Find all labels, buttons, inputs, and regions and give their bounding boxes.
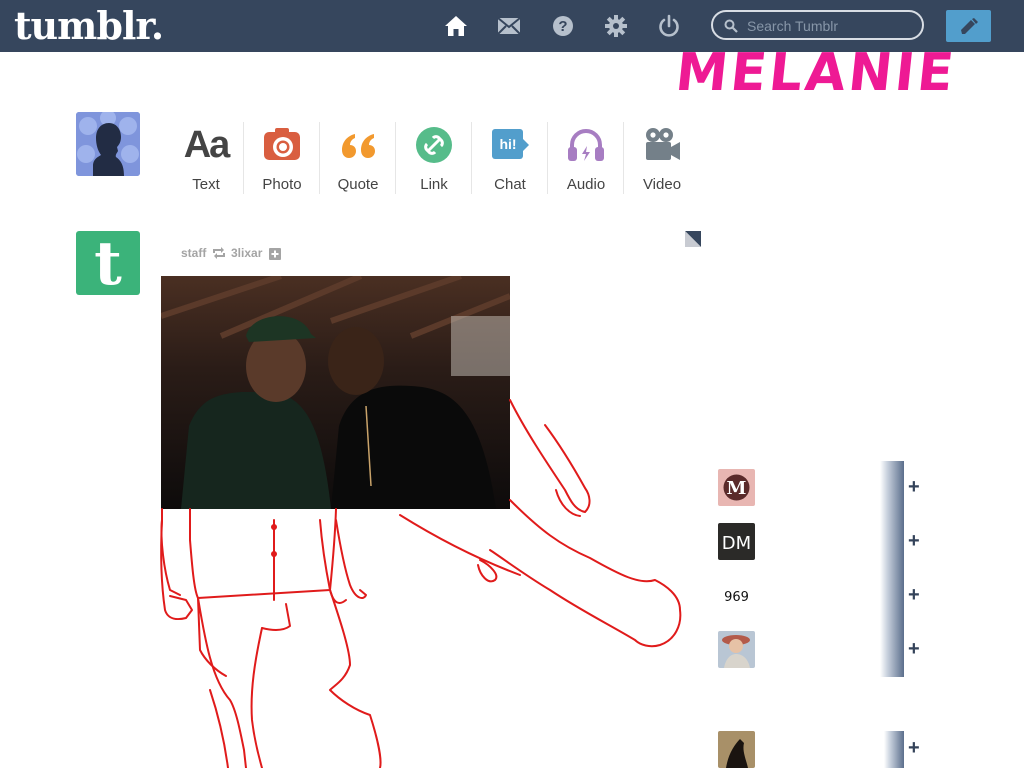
staff-avatar-letter: t xyxy=(94,229,122,299)
search-icon xyxy=(724,19,738,33)
recommended-follow-bar xyxy=(880,623,904,677)
power-icon[interactable] xyxy=(656,13,682,39)
reblogged-from-link[interactable]: 3lixar xyxy=(231,246,262,260)
reblog-icon xyxy=(213,247,225,259)
svg-text:?: ? xyxy=(558,18,567,35)
svg-text:DM: DM xyxy=(722,533,751,554)
recommended-follow-bar xyxy=(880,569,904,623)
post-photo[interactable] xyxy=(161,276,510,509)
post-type-link[interactable]: Link xyxy=(396,120,472,196)
recommended-blog-avatar[interactable]: M xyxy=(718,469,755,506)
post-type-label: Chat xyxy=(494,176,526,193)
post-type-photo[interactable]: Photo xyxy=(244,120,320,196)
follow-plus-button[interactable]: + xyxy=(908,531,922,551)
post-type-label: Text xyxy=(192,176,220,193)
follow-plus-button[interactable]: + xyxy=(908,585,922,605)
recommended-blog-avatar[interactable]: 969 xyxy=(718,577,755,614)
gear-icon[interactable] xyxy=(603,13,629,39)
pencil-icon xyxy=(961,18,978,34)
dm-logo-avatar-icon: DM xyxy=(718,523,755,560)
post-fold-corner[interactable] xyxy=(685,231,701,247)
follow-plus-icon[interactable] xyxy=(269,248,281,260)
search-box[interactable] xyxy=(711,10,924,40)
post-type-label: Quote xyxy=(337,176,379,193)
quote-icon xyxy=(342,134,375,158)
text-icon: Aa xyxy=(183,124,231,166)
headphones-icon xyxy=(568,129,604,161)
recommended-follow-bar xyxy=(880,515,904,569)
compose-button[interactable] xyxy=(946,10,991,42)
post-type-text[interactable]: Aa Text xyxy=(168,120,244,196)
post-author-link[interactable]: staff xyxy=(181,246,206,260)
svg-text:hi!: hi! xyxy=(499,136,516,152)
home-icon[interactable] xyxy=(443,13,469,39)
svg-text:969: 969 xyxy=(724,590,749,605)
follow-plus-button[interactable]: + xyxy=(908,738,922,758)
staff-avatar[interactable]: t xyxy=(76,229,140,299)
969-logo-avatar-icon: 969 xyxy=(718,577,755,614)
post-type-quote[interactable]: Quote xyxy=(320,120,396,196)
video-camera-icon xyxy=(646,128,680,160)
tumblr-logo[interactable]: tumblr. xyxy=(14,4,164,48)
post-type-label: Photo xyxy=(262,176,302,193)
m-logo-avatar-icon: M xyxy=(718,469,755,506)
post-type-label: Audio xyxy=(566,176,606,193)
post-type-video[interactable]: Video xyxy=(624,120,700,196)
search-input[interactable] xyxy=(745,16,919,36)
post-type-label: Link xyxy=(420,176,448,193)
recommended-blog-avatar[interactable] xyxy=(718,631,755,668)
svg-text:M: M xyxy=(727,478,747,499)
link-icon xyxy=(416,127,452,163)
red-doodle-drawing xyxy=(160,399,682,768)
photo-image xyxy=(161,276,510,509)
post-type-bar: Aa Text Photo Quote Link hi! Chat Audio … xyxy=(168,120,700,196)
recommended-blog-avatar[interactable] xyxy=(718,731,755,768)
recommended-follow-bar xyxy=(880,461,904,515)
mail-icon[interactable] xyxy=(496,13,522,39)
post-type-label: Video xyxy=(642,176,682,193)
user-silhouette-icon xyxy=(76,112,140,176)
recommended-follow-bar xyxy=(884,731,904,768)
post-type-chat[interactable]: hi! Chat xyxy=(472,120,548,196)
chat-icon: hi! xyxy=(492,129,529,159)
follow-plus-button[interactable]: + xyxy=(908,639,922,659)
user-avatar[interactable] xyxy=(76,112,140,176)
doodle-name-text: MELANIE xyxy=(672,43,960,103)
camera-icon xyxy=(264,128,300,160)
post-type-audio[interactable]: Audio xyxy=(548,120,624,196)
portrait-avatar-icon xyxy=(718,631,755,668)
help-icon[interactable]: ? xyxy=(550,13,576,39)
recommended-blog-avatar[interactable]: DM xyxy=(718,523,755,560)
dark-photo-avatar-icon xyxy=(718,731,755,768)
follow-plus-button[interactable]: + xyxy=(908,477,922,497)
